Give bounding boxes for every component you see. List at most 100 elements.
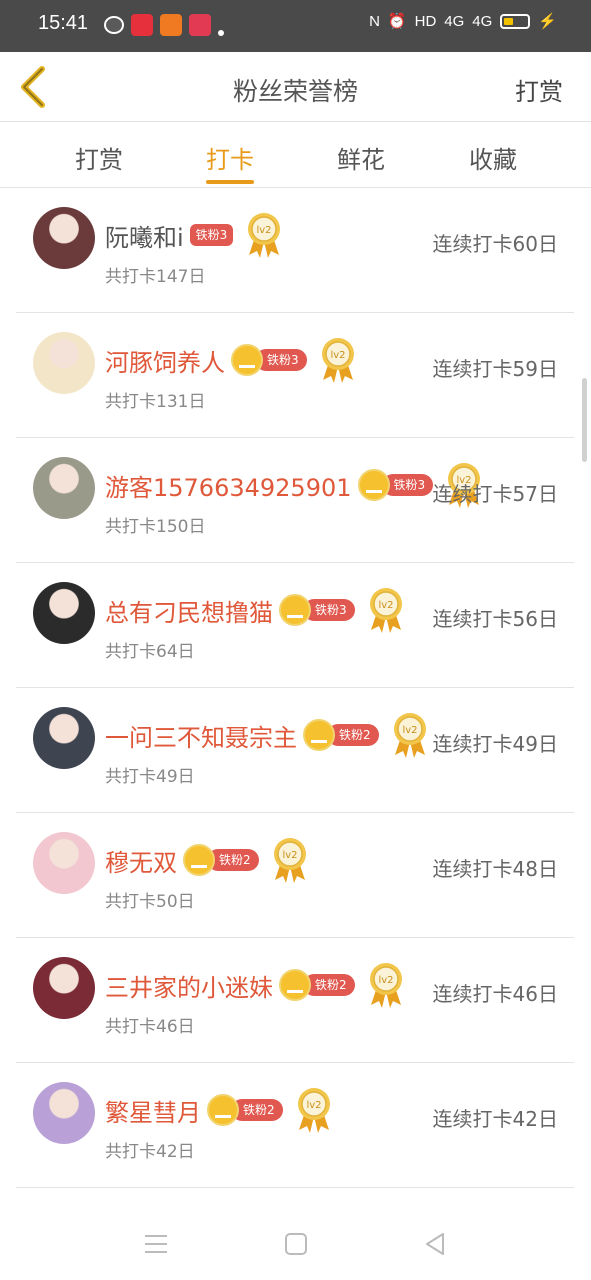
fan-level-badge: 铁粉3 — [231, 344, 307, 376]
fan-level-label: 铁粉3 — [189, 224, 234, 246]
nickname-line: 总有刁民想撸猫 铁粉3 lv2 — [105, 586, 405, 634]
total-checkin-text: 共打卡42日 — [105, 1142, 195, 1162]
user-name[interactable]: 河豚饲养人 — [105, 343, 225, 378]
medal-level-text: lv2 — [257, 225, 272, 236]
avatar[interactable] — [33, 582, 95, 644]
system-nav-bar — [0, 1208, 591, 1280]
red-app-icon — [131, 14, 153, 36]
header-bar: 粉丝荣誉榜 打赏 — [0, 52, 591, 122]
tab-flowers[interactable]: 鲜花 — [337, 140, 385, 175]
tab-checkin[interactable]: 打卡 — [206, 140, 254, 175]
medal-level-text: lv2 — [378, 600, 393, 611]
user-name[interactable]: 总有刁民想撸猫 — [105, 593, 273, 628]
menu-icon[interactable] — [142, 1230, 170, 1258]
avatar[interactable] — [33, 332, 95, 394]
list-item[interactable]: 繁星彗月 铁粉2 lv2 共打卡42日 连续打卡42日 — [16, 1063, 574, 1188]
nickname-line: 繁星彗月 铁粉2 lv2 — [105, 1086, 333, 1134]
signal-1-label: 4G — [444, 12, 465, 30]
user-name[interactable]: 穆无双 — [105, 843, 177, 878]
list-item[interactable]: 总有刁民想撸猫 铁粉3 lv2 共打卡64日 连续打卡56日 — [16, 563, 574, 688]
nickname-line: 三井家的小迷妹 铁粉2 lv2 — [105, 961, 405, 1009]
medal-level-text: lv2 — [306, 1100, 321, 1111]
fan-level-badge: 铁粉3 — [189, 223, 234, 247]
fan-level-badge: 铁粉2 — [207, 1094, 283, 1126]
fan-level-badge: 铁粉2 — [183, 844, 259, 876]
alarm-icon: ⏰ — [387, 13, 407, 30]
nickname-line: 一问三不知聂宗主 铁粉2 lv2 — [105, 711, 429, 759]
streak-text: 连续打卡48日 — [432, 857, 558, 881]
nfc-icon: N — [369, 12, 380, 30]
fan-level-badge: 铁粉3 — [279, 594, 355, 626]
medal-level-text: lv2 — [402, 725, 417, 736]
page-title: 粉丝荣誉榜 — [232, 77, 358, 106]
user-name[interactable]: 阮曦和i — [105, 218, 184, 253]
avatar[interactable] — [33, 207, 95, 269]
medal-level-text: lv2 — [330, 350, 345, 361]
active-tab-indicator — [206, 180, 254, 184]
user-name[interactable]: 繁星彗月 — [105, 1093, 201, 1128]
tab-reward[interactable]: 打赏 — [75, 140, 123, 175]
streak-text: 连续打卡60日 — [432, 232, 558, 256]
total-checkin-text: 共打卡131日 — [105, 392, 206, 412]
total-checkin-text: 共打卡49日 — [105, 767, 195, 787]
user-name[interactable]: 一问三不知聂宗主 — [105, 718, 297, 753]
nickname-line: 游客1576634925901 铁粉3 lv2 — [105, 461, 483, 509]
tab-bar: 打赏 打卡 鲜花 收藏 — [0, 122, 591, 188]
crown-icon — [303, 719, 335, 751]
tab-favorites[interactable]: 收藏 — [469, 140, 517, 175]
nickname-line: 河豚饲养人 铁粉3 lv2 — [105, 336, 357, 384]
reward-button[interactable]: 打赏 — [515, 72, 563, 107]
level-medal-icon: lv2 — [273, 838, 306, 883]
user-name[interactable]: 三井家的小迷妹 — [105, 968, 273, 1003]
total-checkin-text: 共打卡147日 — [105, 267, 206, 287]
streak-text: 连续打卡46日 — [432, 982, 558, 1006]
avatar[interactable] — [33, 707, 95, 769]
avatar[interactable] — [33, 1082, 95, 1144]
user-name[interactable]: 游客1576634925901 — [105, 468, 352, 503]
list-item[interactable]: 一问三不知聂宗主 铁粉2 lv2 共打卡49日 连续打卡49日 — [16, 688, 574, 813]
medal-level-text: lv2 — [282, 850, 297, 861]
level-medal-icon: lv2 — [369, 588, 402, 633]
level-medal-icon: lv2 — [393, 713, 426, 758]
orange-app-icon — [160, 14, 182, 36]
status-bar: 15:41 N ⏰ HD 4G 4G ⚡ — [0, 0, 591, 52]
scrollbar[interactable] — [582, 378, 587, 462]
crown-icon — [207, 1094, 239, 1126]
wechat-icon — [104, 16, 124, 34]
hd-label: HD — [414, 12, 437, 30]
crown-icon — [183, 844, 215, 876]
list-item[interactable]: 阮曦和i 铁粉3 lv2 共打卡147日 连续打卡60日 — [16, 188, 574, 313]
list-item[interactable]: 游客1576634925901 铁粉3 lv2 共打卡150日 连续打卡57日 — [16, 438, 574, 563]
notification-dot — [218, 30, 224, 36]
streak-text: 连续打卡42日 — [432, 1107, 558, 1131]
level-medal-icon: lv2 — [248, 213, 281, 258]
crown-icon — [279, 969, 311, 1001]
nickname-line: 穆无双 铁粉2 lv2 — [105, 836, 309, 884]
battery-icon — [500, 13, 531, 29]
total-checkin-text: 共打卡46日 — [105, 1017, 195, 1037]
heart-app-icon — [189, 14, 211, 36]
fan-level-badge: 铁粉2 — [279, 969, 355, 1001]
charging-icon: ⚡ — [538, 13, 557, 30]
list-item[interactable]: 穆无双 铁粉2 lv2 共打卡50日 连续打卡48日 — [16, 813, 574, 938]
crown-icon — [231, 344, 263, 376]
streak-text: 连续打卡57日 — [432, 482, 558, 506]
status-time: 15:41 — [38, 12, 89, 34]
total-checkin-text: 共打卡64日 — [105, 642, 195, 662]
streak-text: 连续打卡49日 — [432, 732, 558, 756]
status-indicators: N ⏰ HD 4G 4G ⚡ — [369, 12, 557, 31]
fan-ranking-list: 阮曦和i 铁粉3 lv2 共打卡147日 连续打卡60日 河豚饲养人 铁粉3 lv2 共打卡… — [16, 188, 574, 1188]
avatar[interactable] — [33, 957, 95, 1019]
nickname-line: 阮曦和i 铁粉3 lv2 — [105, 211, 283, 259]
medal-level-text: lv2 — [378, 975, 393, 986]
avatar[interactable] — [33, 832, 95, 894]
back-triangle-icon[interactable] — [421, 1230, 449, 1258]
avatar[interactable] — [33, 457, 95, 519]
fan-level-badge: 铁粉3 — [357, 469, 434, 501]
home-icon[interactable] — [282, 1230, 310, 1258]
crown-icon — [279, 594, 311, 626]
level-medal-icon: lv2 — [369, 963, 402, 1008]
list-item[interactable]: 河豚饲养人 铁粉3 lv2 共打卡131日 连续打卡59日 — [16, 313, 574, 438]
crown-icon — [357, 469, 390, 501]
list-item[interactable]: 三井家的小迷妹 铁粉2 lv2 共打卡46日 连续打卡46日 — [16, 938, 574, 1063]
